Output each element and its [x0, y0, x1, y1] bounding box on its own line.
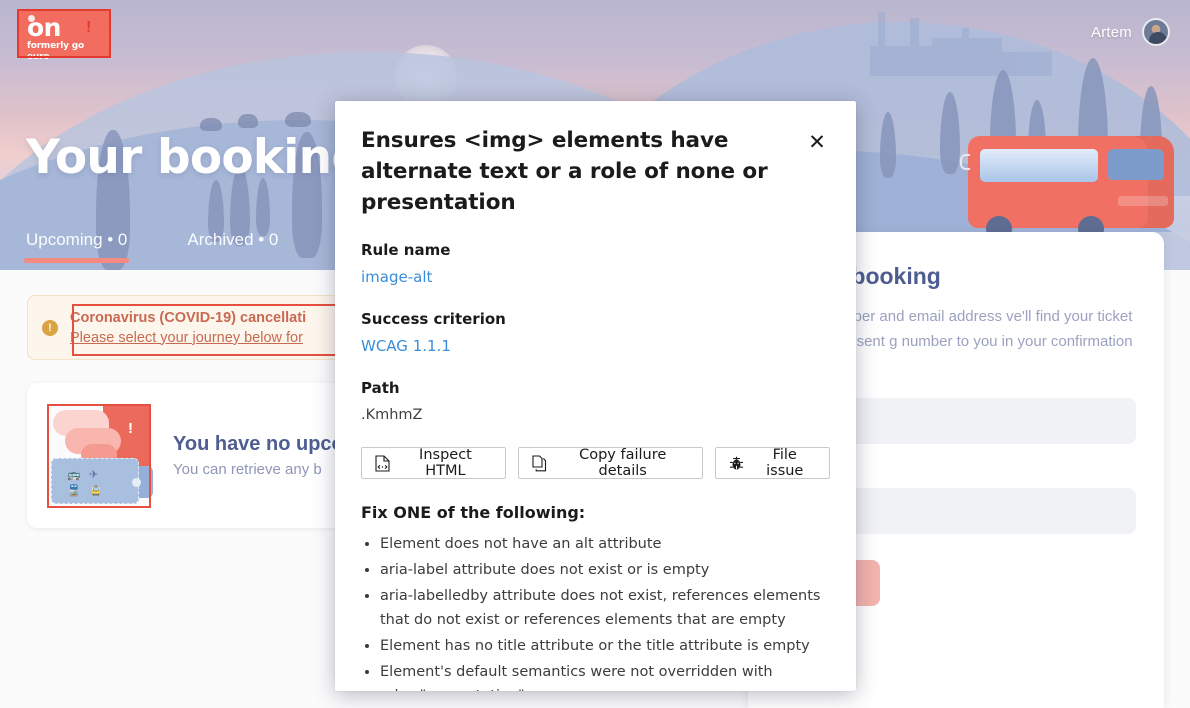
- fix-list: Element does not have an alt attribute a…: [361, 532, 830, 691]
- tram-icon: 🚊: [89, 484, 103, 497]
- illustration-violation-marker: !: [128, 419, 133, 437]
- list-item: Element's default semantics were not ove…: [380, 660, 830, 691]
- avatar[interactable]: [1142, 18, 1170, 46]
- inspect-html-label: Inspect HTML: [419, 447, 472, 479]
- bookings-tabs: Upcoming • 0 Archived • 0: [23, 230, 278, 263]
- fix-title: Fix ONE of the following:: [361, 503, 586, 522]
- file-issue-label: File issue: [766, 447, 804, 479]
- axe-issue-dialog: Ensures <img> elements have alternate te…: [335, 101, 856, 691]
- covid-banner-link[interactable]: Please select your journey below for: [70, 328, 306, 348]
- plane-icon: ✈: [89, 468, 99, 481]
- list-item: aria-label attribute does not exist or i…: [380, 558, 830, 582]
- copy-icon: [532, 454, 547, 472]
- logo-violation-marker: !: [86, 19, 92, 36]
- tab-archived[interactable]: Archived • 0: [187, 230, 278, 263]
- dialog-actions: Inspect HTML Copy failure details File i…: [361, 447, 830, 479]
- app-page: Your bookings Upcoming • 0 Archived • 0 …: [0, 0, 1190, 708]
- success-criterion-link[interactable]: WCAG 1.1.1: [361, 336, 451, 356]
- covid-banner-text: Coronavirus (COVID-19) cancellati Please…: [70, 308, 306, 348]
- cow-silhouette: [238, 114, 258, 128]
- no-bookings-subtitle: You can retrieve any b: [173, 460, 322, 478]
- user-name: Artem: [1090, 23, 1132, 41]
- path-label: Path: [361, 379, 400, 397]
- logo-area[interactable]: on formerly go euro !: [17, 9, 111, 62]
- copy-failure-details-label: Copy failure details: [579, 447, 667, 479]
- logo-wordmark: on: [27, 13, 61, 42]
- inspect-html-icon: [375, 454, 390, 472]
- no-bookings-title: You have no upco: [173, 432, 344, 455]
- omio-logo[interactable]: on formerly go euro: [19, 11, 111, 62]
- train-icon: 🚆: [67, 484, 81, 497]
- covid-banner-title: Coronavirus (COVID-19) cancellati: [70, 309, 307, 326]
- rule-name-link[interactable]: image-alt: [361, 267, 432, 287]
- list-item: Element does not have an alt attribute: [380, 532, 830, 556]
- list-item: aria-labelledby attribute does not exist…: [380, 584, 830, 632]
- inspect-html-button[interactable]: Inspect HTML: [361, 447, 506, 479]
- dialog-title: Ensures <img> elements have alternate te…: [361, 128, 768, 215]
- logo-subtitle: formerly go euro: [27, 41, 84, 62]
- logo-dot-icon: [28, 15, 35, 22]
- bug-icon: [729, 456, 744, 471]
- tab-upcoming[interactable]: Upcoming • 0: [23, 230, 130, 263]
- list-item: Element has no title attribute or the ti…: [380, 634, 830, 658]
- copy-failure-details-button[interactable]: Copy failure details: [517, 447, 704, 479]
- info-icon: !: [42, 319, 58, 336]
- dialog-header: Ensures <img> elements have alternate te…: [361, 125, 830, 218]
- bus-illustration: [960, 136, 1180, 242]
- success-criterion-label: Success criterion: [361, 310, 506, 328]
- wallet-illustration: 🚌 ✈ 🚆 🚊 !: [47, 403, 153, 508]
- close-icon[interactable]: ✕: [804, 129, 830, 155]
- user-menu[interactable]: Artem: [1091, 18, 1170, 46]
- bus-icon: 🚌: [67, 468, 81, 481]
- no-bookings-text: You have no upco You can retrieve any b: [173, 430, 344, 482]
- cow-silhouette: [285, 112, 311, 127]
- rule-name-label: Rule name: [361, 241, 451, 259]
- file-issue-button[interactable]: File issue: [715, 447, 830, 479]
- path-value: .KmhmZ: [361, 407, 423, 423]
